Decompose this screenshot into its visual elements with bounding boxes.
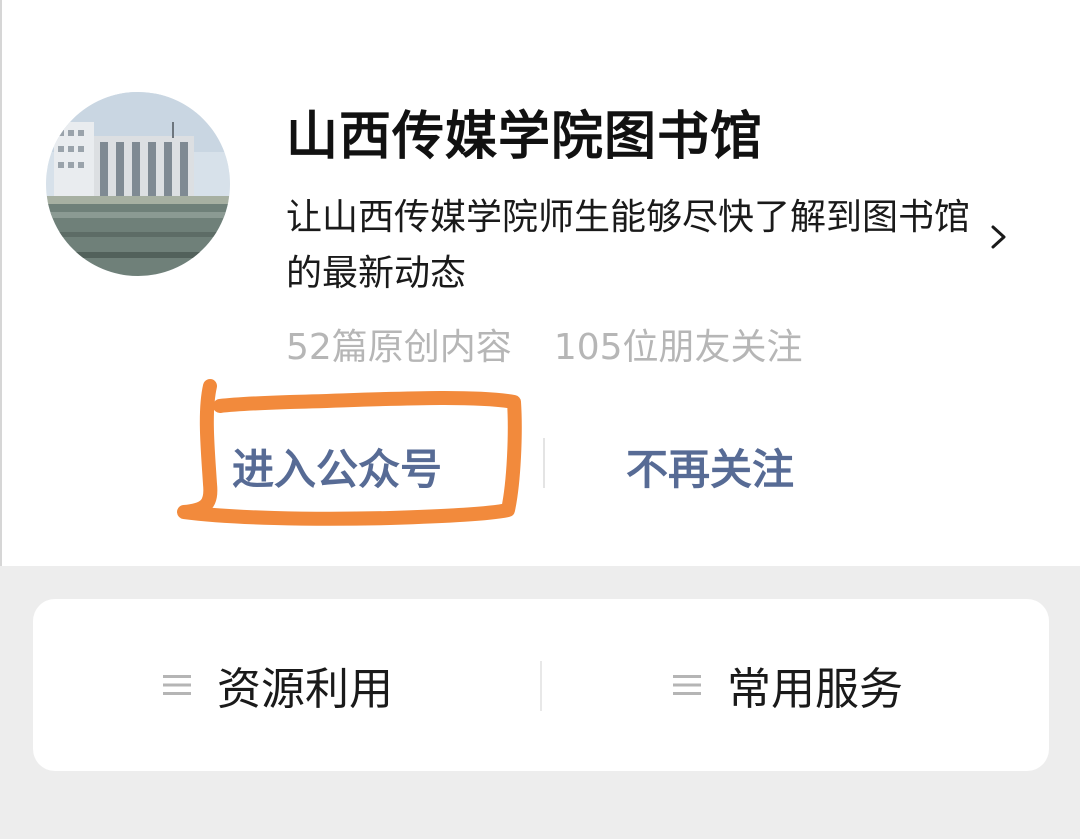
menu-divider xyxy=(540,661,542,711)
unfollow-button[interactable]: 不再关注 xyxy=(626,436,794,497)
account-name: 山西传媒学院图书馆 xyxy=(286,107,764,167)
library-building-photo xyxy=(46,92,230,276)
menu-lines-icon xyxy=(163,675,191,695)
menu-resources[interactable]: 资源利用 xyxy=(163,599,393,771)
original-posts-count: 52篇原创内容 xyxy=(286,327,512,368)
profile-card: 山西传媒学院图书馆 让山西传媒学院师生能够尽快了解到图书馆的最新动态 52篇原创… xyxy=(0,0,1080,566)
menu-services-label: 常用服务 xyxy=(727,664,903,715)
menu-resources-label: 资源利用 xyxy=(217,664,393,715)
menu-bar: 资源利用 常用服务 xyxy=(33,599,1049,771)
chevron-right-icon[interactable] xyxy=(984,222,1014,252)
menu-services[interactable]: 常用服务 xyxy=(673,599,903,771)
friends-following-count: 105位朋友关注 xyxy=(553,327,803,368)
account-stats: 52篇原创内容 105位朋友关注 xyxy=(286,318,803,370)
account-avatar[interactable] xyxy=(46,92,230,276)
menu-lines-icon xyxy=(673,675,701,695)
enter-account-button[interactable]: 进入公众号 xyxy=(232,436,442,497)
account-description[interactable]: 让山西传媒学院师生能够尽快了解到图书馆的最新动态 xyxy=(286,190,976,302)
action-divider xyxy=(543,438,545,488)
